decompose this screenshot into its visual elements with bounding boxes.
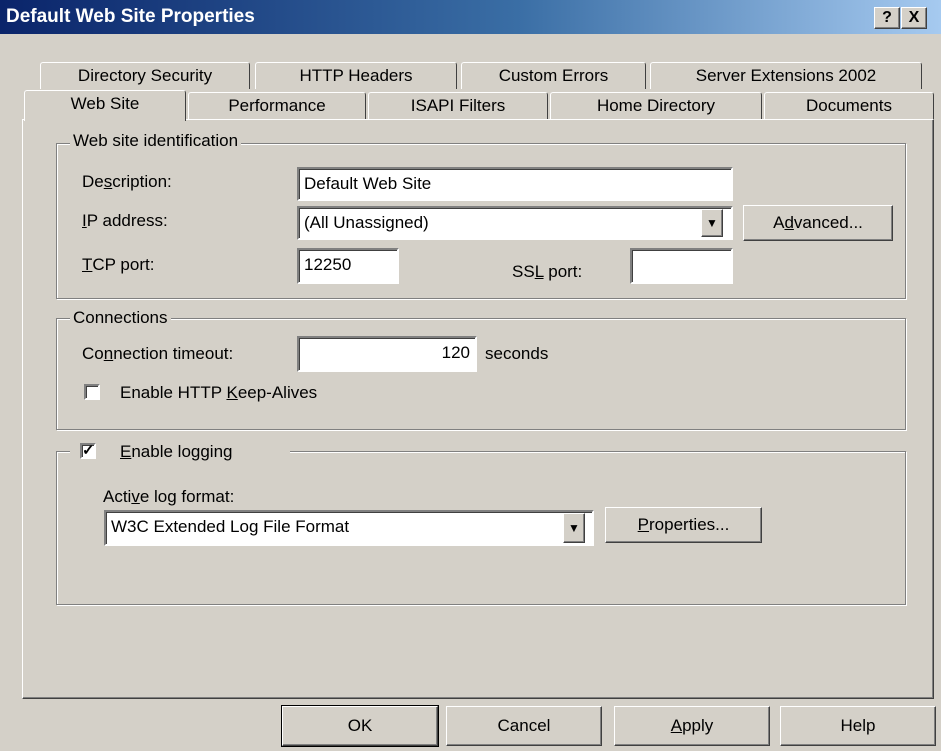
- connections-legend: Connections: [70, 308, 171, 328]
- ssl-port-field[interactable]: [630, 248, 733, 284]
- help-icon[interactable]: ?: [874, 7, 900, 29]
- tab-custom-errors[interactable]: Custom Errors: [461, 62, 646, 89]
- help-button[interactable]: Help: [780, 706, 936, 746]
- tcp-port-label: TCP port:: [82, 255, 155, 274]
- apply-button[interactable]: Apply: [614, 706, 770, 746]
- tab-home-directory[interactable]: Home Directory: [550, 92, 762, 119]
- chevron-down-icon[interactable]: ▼: [701, 209, 723, 237]
- properties-button[interactable]: Properties...: [605, 507, 762, 543]
- description-field[interactable]: Default Web Site: [297, 167, 733, 201]
- tab-documents[interactable]: Documents: [764, 92, 934, 119]
- connection-timeout-label: Connection timeout:: [82, 344, 234, 363]
- ok-button[interactable]: OK: [282, 706, 438, 746]
- description-label: Description:: [82, 172, 172, 191]
- seconds-label: seconds: [485, 344, 549, 363]
- log-format-label: Active log format:: [103, 487, 235, 506]
- tab-directory-security[interactable]: Directory Security: [40, 62, 250, 89]
- connections-group: [56, 318, 906, 430]
- ip-address-label: IP address:: [82, 211, 168, 230]
- tab-isapi-filters[interactable]: ISAPI Filters: [368, 92, 548, 119]
- connection-timeout-field[interactable]: 120: [297, 336, 477, 372]
- log-format-select[interactable]: W3C Extended Log File Format: [104, 510, 594, 546]
- window-title: Default Web Site Properties: [6, 6, 255, 27]
- enable-logging-checkbox[interactable]: ✓: [80, 443, 96, 459]
- enable-logging-label[interactable]: Enable logging: [120, 442, 233, 462]
- keepalive-checkbox[interactable]: [84, 384, 100, 400]
- tab-web-site[interactable]: Web Site: [24, 90, 186, 121]
- close-icon[interactable]: X: [901, 7, 927, 29]
- keepalive-label[interactable]: Enable HTTP Keep-Alives: [120, 383, 317, 403]
- chevron-down-icon[interactable]: ▼: [563, 513, 585, 543]
- tab-http-headers[interactable]: HTTP Headers: [255, 62, 457, 89]
- advanced-button[interactable]: Advanced...: [743, 205, 893, 241]
- identification-legend: Web site identification: [70, 131, 242, 151]
- ssl-port-label: SSL port:: [512, 262, 583, 281]
- tcp-port-field[interactable]: 12250: [297, 248, 399, 284]
- ip-address-select[interactable]: (All Unassigned): [297, 206, 733, 240]
- tab-performance[interactable]: Performance: [188, 92, 366, 119]
- tab-server-extensions[interactable]: Server Extensions 2002: [650, 62, 922, 89]
- cancel-button[interactable]: Cancel: [446, 706, 602, 746]
